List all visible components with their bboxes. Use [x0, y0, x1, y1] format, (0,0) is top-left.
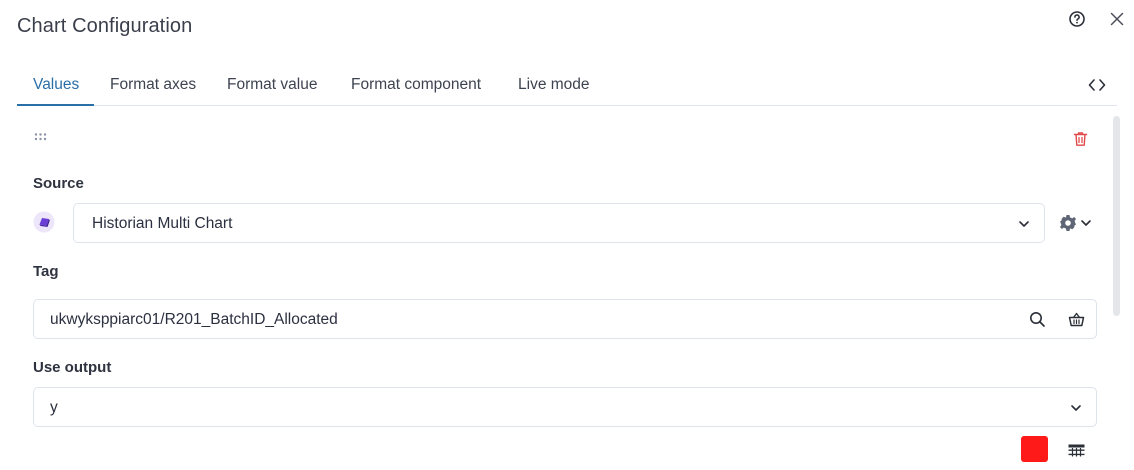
code-view-icon[interactable]: [1088, 77, 1106, 93]
use-output-select[interactable]: y: [33, 387, 1097, 427]
delete-icon[interactable]: [1073, 131, 1088, 147]
series-color-swatch[interactable]: [1021, 436, 1048, 462]
source-label: Source: [33, 175, 84, 192]
drag-handle-icon[interactable]: [33, 132, 49, 142]
tab-format-value[interactable]: Format value: [227, 76, 317, 94]
close-icon[interactable]: [1108, 10, 1126, 28]
source-settings-gear-icon[interactable]: [1058, 213, 1094, 233]
search-icon[interactable]: [1029, 311, 1046, 328]
tag-input[interactable]: ukwyksppiarc01/R201_BatchID_Allocated: [33, 299, 1097, 339]
help-icon[interactable]: [1068, 10, 1086, 28]
use-output-label: Use output: [33, 359, 112, 376]
tab-bar: Values Format axes Format value Format c…: [17, 66, 1117, 106]
source-cube-icon: [33, 211, 55, 233]
tab-values[interactable]: Values: [33, 76, 79, 94]
chevron-down-icon: [1019, 221, 1029, 227]
basket-icon[interactable]: [1068, 311, 1085, 328]
use-output-select-value: y: [50, 399, 58, 416]
active-tab-indicator: [17, 104, 94, 106]
source-select-value: Historian Multi Chart: [92, 215, 233, 232]
dialog-title: Chart Configuration: [17, 15, 193, 37]
tag-input-value: ukwyksppiarc01/R201_BatchID_Allocated: [50, 311, 338, 328]
tab-format-component[interactable]: Format component: [351, 76, 481, 94]
tag-label: Tag: [33, 263, 59, 280]
table-icon[interactable]: [1068, 444, 1085, 457]
tab-format-axes[interactable]: Format axes: [110, 76, 196, 94]
tab-live-mode[interactable]: Live mode: [518, 76, 590, 94]
chevron-down-icon: [1071, 405, 1081, 411]
source-select[interactable]: Historian Multi Chart: [73, 203, 1045, 243]
scrollbar[interactable]: [1113, 116, 1120, 316]
